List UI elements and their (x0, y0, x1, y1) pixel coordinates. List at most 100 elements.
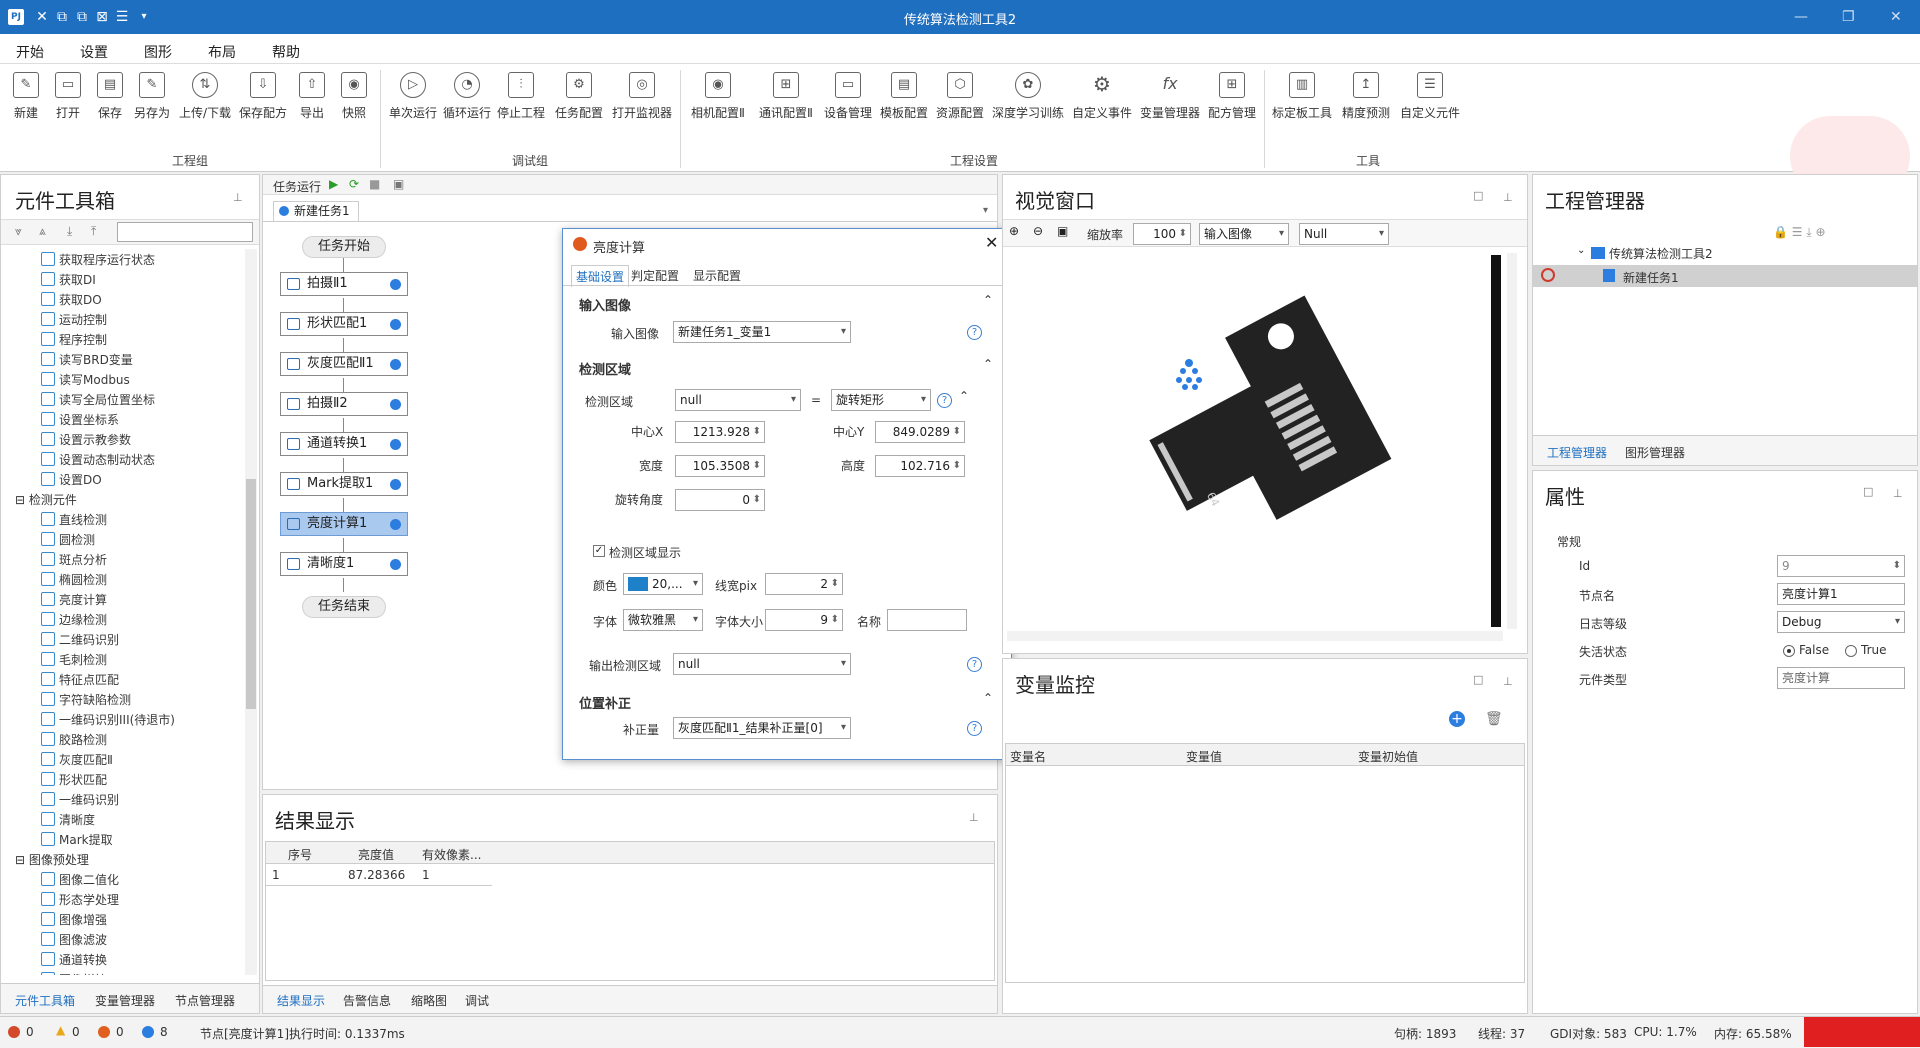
toolbox-item[interactable]: 图像二值化 (41, 871, 119, 891)
image-source-select[interactable]: 输入图像 (1199, 223, 1289, 245)
collapse-input-icon[interactable]: ⌃ (983, 293, 993, 307)
toolbox-item[interactable]: 获取DO (41, 291, 102, 311)
pin-icon[interactable]: ⊥ (969, 811, 979, 824)
close-icon[interactable]: ✕ (1890, 9, 1902, 25)
output-region-select[interactable]: null (673, 653, 851, 675)
input-image-select[interactable]: 新建任务1_变量1 (673, 321, 851, 343)
flow-node[interactable]: 形状匹配1 (280, 312, 408, 336)
tab-task-1[interactable]: 新建任务1 (273, 201, 359, 221)
custom-event-button[interactable]: ⚙ 自定义事件 (1070, 72, 1134, 121)
color-select[interactable]: 20,... (623, 573, 703, 595)
expand-icon[interactable]: ⌄ (1577, 245, 1585, 256)
move-up-icon[interactable]: ⤒ (91, 224, 96, 239)
show-region-checkbox[interactable]: ✓ (593, 545, 605, 557)
angle-input[interactable]: 0 (675, 489, 765, 511)
project-toolbar-icons[interactable]: 🔒 ☰ ⤓ ⊕ (1773, 225, 1826, 240)
toolbox-item[interactable]: 获取程序运行状态 (41, 251, 155, 271)
pin-icon[interactable]: ⊥ (233, 191, 243, 204)
comm-config-button[interactable]: ⊞ 通讯配置Ⅱ (754, 72, 818, 121)
maximize-icon[interactable]: □ (1473, 673, 1483, 686)
task-config-button[interactable]: ⚙ 任务配置 (552, 72, 606, 121)
toolbox-item[interactable]: Mark提取 (41, 831, 113, 851)
stop-task-icon[interactable]: ■ (369, 177, 380, 191)
collapse-shape-icon[interactable]: ⌃ (959, 389, 969, 403)
monitor-task-icon[interactable]: ▣ (393, 177, 404, 191)
compensation-select[interactable]: 灰度匹配Ⅱ1_结果补正量[0] (673, 717, 851, 739)
width-input[interactable]: 105.3508 (675, 455, 765, 477)
flow-node[interactable]: 拍摄Ⅱ1 (280, 272, 408, 296)
toolbox-item[interactable]: 亮度计算 (41, 591, 107, 611)
null-select[interactable]: Null (1299, 223, 1389, 245)
collapse-position-icon[interactable]: ⌃ (983, 691, 993, 705)
zoom-input[interactable]: 100 (1133, 223, 1191, 245)
maximize-icon[interactable]: □ (1473, 189, 1483, 202)
pin-icon[interactable]: ⊥ (1893, 487, 1903, 500)
line-width-input[interactable]: 2 (765, 573, 843, 595)
device-manage-button[interactable]: ▭ 设备管理 (822, 72, 874, 121)
tab-project-manager[interactable]: 工程管理器 (1547, 444, 1607, 461)
node-name-input[interactable]: 亮度计算1 (1777, 583, 1905, 605)
help-icon[interactable]: ? (967, 721, 982, 736)
toolbox-item[interactable]: 特征点匹配 (41, 671, 119, 691)
toolbox-item[interactable]: 设置动态制动状态 (41, 451, 155, 471)
upload-download-button[interactable]: ⇅ 上传/下载 (176, 72, 234, 121)
save-as-button[interactable]: ✎ 另存为 (130, 72, 174, 121)
template-config-button[interactable]: ▤ 模板配置 (878, 72, 930, 121)
menu-help[interactable]: 帮助 (272, 42, 300, 62)
flow-node[interactable]: 清晰度1 (280, 552, 408, 576)
run-task-icon[interactable]: ▶ (329, 177, 338, 191)
scrollbar-thumb[interactable] (246, 479, 256, 709)
move-down-icon[interactable]: ⤓ (67, 224, 72, 239)
tab-basic[interactable]: 基础设置 (571, 265, 630, 287)
tab-debug[interactable]: 调试 (465, 992, 489, 1009)
zoom-out-icon[interactable]: ⊖ (1033, 224, 1043, 238)
toolbox-item[interactable]: 设置DO (41, 471, 102, 491)
toolbox-category[interactable]: ⊟ 图像预处理 (15, 851, 89, 868)
zoom-in-icon[interactable]: ⊕ (1009, 224, 1019, 238)
stop-project-button[interactable]: ⫶ 停止工程 (494, 72, 548, 121)
toolbox-item[interactable]: 图像滤波 (41, 931, 107, 951)
help-icon[interactable]: ? (967, 325, 982, 340)
toolbox-item[interactable]: 获取DI (41, 271, 96, 291)
calibration-tool-button[interactable]: ▥ 标定板工具 (1270, 72, 1334, 121)
save-button[interactable]: ▤ 保存 (92, 72, 128, 121)
element-type-input[interactable]: 亮度计算 (1777, 667, 1905, 689)
toolbox-item[interactable]: 字符缺陷检测 (41, 691, 131, 711)
radio-false[interactable] (1783, 645, 1795, 657)
maximize-icon[interactable]: □ (1863, 485, 1873, 498)
toolbox-item[interactable]: 设置坐标系 (41, 411, 119, 431)
shape-select[interactable]: 旋转矩形 (831, 389, 931, 411)
font-size-input[interactable]: 9 (765, 609, 843, 631)
flow-node[interactable]: 通道转换1 (280, 432, 408, 456)
radio-true[interactable] (1845, 645, 1857, 657)
toolbox-item[interactable]: 清晰度 (41, 811, 95, 831)
toolbox-item[interactable]: 直线检测 (41, 511, 107, 531)
horizontal-scrollbar[interactable] (1007, 631, 1503, 641)
toolbox-item[interactable]: 斑点分析 (41, 551, 107, 571)
project-child-row[interactable]: 新建任务1 (1533, 265, 1917, 287)
recipe-manage-button[interactable]: ⊞ 配方管理 (1206, 72, 1258, 121)
task-start-node[interactable]: 任务开始 (302, 236, 386, 258)
variable-manager-button[interactable]: fx 变量管理器 (1138, 72, 1202, 121)
log-level-select[interactable]: Debug (1777, 611, 1905, 633)
toolbox-item[interactable]: 一维码识别 (41, 791, 119, 811)
toolbox-item[interactable]: 胶路检测 (41, 731, 107, 751)
resource-config-button[interactable]: ⬡ 资源配置 (934, 72, 986, 121)
toolbox-item[interactable]: 图像增强 (41, 911, 107, 931)
name-input[interactable] (887, 609, 967, 631)
table-row[interactable]: 1 87.28366 1 (266, 864, 492, 886)
tab-judge[interactable]: 判定配置 (631, 267, 679, 284)
export-button[interactable]: ⇧ 导出 (296, 72, 328, 121)
tab-variable-manager[interactable]: 变量管理器 (95, 992, 155, 1009)
collapse-all-icon[interactable]: ⩔ (15, 224, 22, 239)
tab-toolbox[interactable]: 元件工具箱 (15, 992, 75, 1009)
height-input[interactable]: 102.716 (875, 455, 965, 477)
add-variable-icon[interactable]: + (1449, 711, 1465, 727)
restore-icon[interactable]: ❐ (1842, 9, 1855, 25)
pin-icon[interactable]: ⊥ (1503, 675, 1513, 688)
region-select[interactable]: null (675, 389, 801, 411)
center-y-input[interactable]: 849.0289 (875, 421, 965, 443)
flow-node[interactable]: 亮度计算1 (280, 512, 408, 536)
font-select[interactable]: 微软雅黑 (623, 609, 703, 631)
toolbox-item[interactable]: 毛刺检测 (41, 651, 107, 671)
